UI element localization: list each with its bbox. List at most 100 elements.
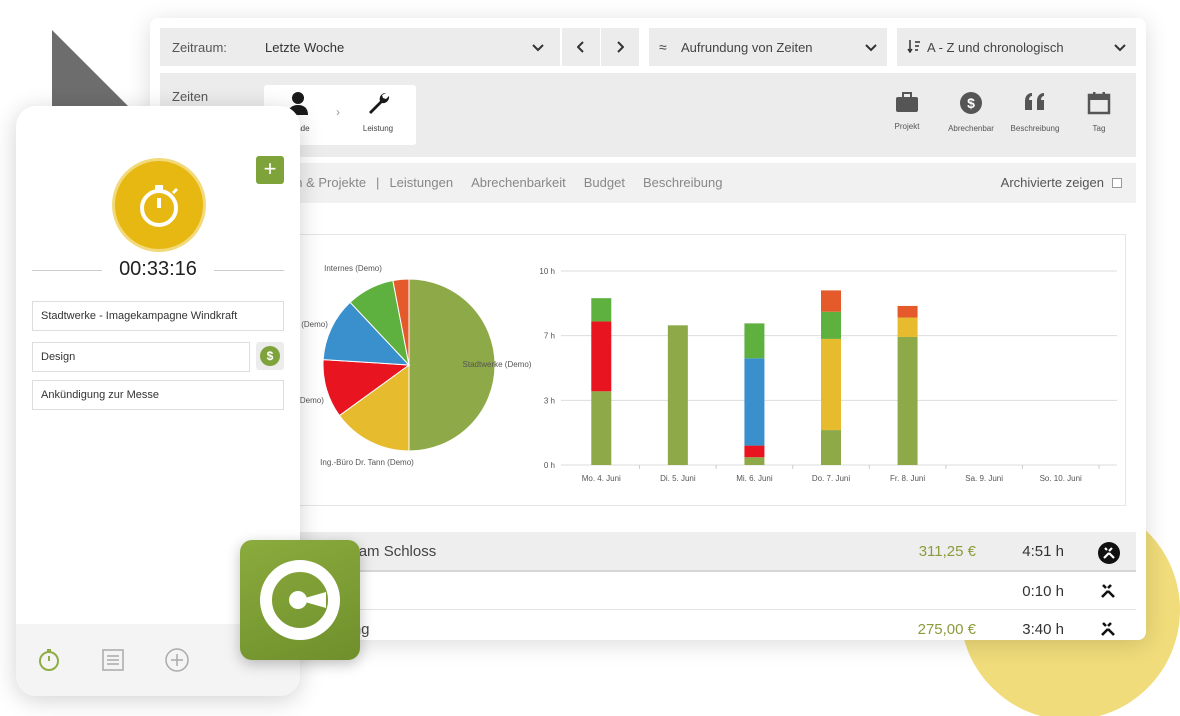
billable-toggle[interactable]: $: [256, 342, 284, 370]
archived-toggle[interactable]: Archivierte zeigen: [1001, 175, 1122, 190]
bar-segment: [591, 298, 612, 322]
quote-icon: [1025, 93, 1044, 110]
grouping-option-beschreibung[interactable]: Beschreibung: [1008, 91, 1062, 133]
bar-segment: [897, 317, 918, 337]
bar-segment: [821, 311, 841, 339]
pie-label: Stadtwerke (Demo): [463, 360, 532, 369]
svg-text:$: $: [967, 95, 975, 111]
y-tick-label: 3 h: [544, 396, 555, 405]
timer-logo-icon: [260, 560, 340, 640]
briefcase-icon: [896, 92, 918, 112]
dollar-icon: $: [260, 346, 280, 366]
calendar-icon: [1087, 92, 1111, 115]
stage: Zeitraum: Letzte Woche ≈ Aufrundung von …: [0, 0, 1180, 716]
bar-segment: [821, 290, 841, 312]
tab-list: en & Projekte | Leistungen Abrechenbarke…: [288, 175, 722, 190]
view-tabs: en & Projekte | Leistungen Abrechenbarke…: [160, 163, 1136, 203]
approx-icon: ≈: [659, 39, 667, 55]
grouping-panel: Zeiten Kunde › Leistung Projekt $: [160, 73, 1136, 157]
charts-svg: Internes (Demo)hinenbau (Demo)Stadtwerke…: [258, 264, 1117, 483]
grouping-option-abrechenbar[interactable]: $ Abrechenbar: [944, 91, 998, 133]
bar-segment: [744, 323, 765, 359]
row-hours: 4:51 h: [1022, 543, 1064, 560]
row-amount: 311,25 €: [918, 543, 976, 560]
x-tick-label: Mo. 4. Juni: [582, 474, 621, 483]
list-icon[interactable]: [101, 648, 125, 672]
grouping-option-projekt[interactable]: Projekt: [880, 91, 934, 133]
x-tick-label: Fr. 8. Juni: [890, 474, 925, 483]
add-button[interactable]: +: [256, 156, 284, 184]
bar-segment: [591, 321, 612, 392]
project-field[interactable]: Stadtwerke - Imagekampagne Windkraft: [32, 301, 284, 331]
pie-label: Ing.-Büro Dr. Tann (Demo): [320, 458, 414, 467]
grouping-option-label: Tag: [1092, 124, 1106, 133]
timer-value: 00:33:16: [119, 258, 197, 280]
chevron-down-icon: [1114, 39, 1126, 56]
pie-label: Internes (Demo): [324, 264, 382, 273]
x-tick-label: Do. 7. Juni: [812, 474, 850, 483]
description-field[interactable]: Ankündigung zur Messe: [32, 380, 284, 410]
x-tick-label: Mi. 6. Juni: [736, 474, 773, 483]
bar-segment: [897, 336, 918, 465]
chevron-down-icon: [865, 39, 877, 56]
row-hours: 3:40 h: [1022, 621, 1064, 638]
bar-segment: [821, 338, 841, 431]
chevron-right-icon: [617, 41, 624, 53]
tools-icon[interactable]: [1098, 620, 1118, 640]
stopwatch-button[interactable]: [112, 158, 206, 252]
bar-segment: [744, 445, 765, 458]
x-tick-label: So. 10. Juni: [1040, 474, 1082, 483]
y-tick-label: 10 h: [539, 267, 555, 276]
chevron-left-icon: [577, 41, 584, 53]
bar-segment: [744, 457, 765, 465]
grouping-option-label: Beschreibung: [1010, 124, 1060, 133]
grouping-item-label: Leistung: [362, 124, 394, 133]
grouping-item-leistung[interactable]: Leistung: [348, 91, 408, 133]
service-field[interactable]: Design: [32, 342, 250, 372]
tab-beschreibung[interactable]: Beschreibung: [643, 175, 723, 190]
dollar-icon: $: [960, 92, 982, 114]
bar-segment: [667, 325, 688, 465]
stopwatch-nav-icon[interactable]: [36, 647, 62, 673]
chevron-right-icon: ›: [336, 105, 340, 119]
add-circle-icon[interactable]: [164, 647, 190, 673]
bar-segment: [821, 430, 841, 465]
next-period-button[interactable]: [601, 28, 639, 66]
stopwatch-icon: [140, 185, 179, 227]
wrench-icon: [369, 92, 390, 114]
chevron-down-icon: [528, 39, 548, 56]
tab-leistungen[interactable]: Leistungen: [389, 175, 453, 190]
chart-panel: Internes (Demo)hinenbau (Demo)Stadtwerke…: [160, 234, 1126, 506]
sort-icon: [907, 39, 927, 56]
x-tick-label: Sa. 9. Juni: [965, 474, 1003, 483]
grouping-title: Zeiten: [172, 89, 209, 104]
tab-separator: |: [376, 175, 380, 190]
tab-abrechenbarkeit[interactable]: Abrechenbarkeit: [471, 175, 566, 190]
row-amount: 275,00 €: [917, 621, 976, 638]
archived-label: Archivierte zeigen: [1000, 175, 1104, 190]
archived-checkbox[interactable]: [1112, 177, 1122, 188]
row-hours: 0:10 h: [1022, 583, 1064, 600]
tools-icon[interactable]: [1098, 542, 1120, 568]
grouping-option-label: Abrechenbar: [948, 124, 994, 133]
y-tick-label: 0 h: [544, 461, 555, 470]
available-groupings: Projekt $ Abrechenbar Beschreibung Tag: [880, 91, 1126, 133]
toolbar: Zeitraum: Letzte Woche ≈ Aufrundung von …: [160, 28, 1136, 66]
rounding-label: Aufrundung von Zeiten: [681, 39, 813, 55]
sort-select[interactable]: A - Z und chronologisch: [897, 28, 1136, 66]
tab-budget[interactable]: Budget: [584, 175, 625, 190]
bar-segment: [591, 391, 612, 465]
sort-label: A - Z und chronologisch: [927, 39, 1064, 55]
bar-segment: [744, 358, 765, 446]
app-logo: [240, 540, 360, 660]
period-value: Letzte Woche: [265, 39, 345, 55]
tools-icon[interactable]: [1098, 582, 1118, 604]
rounding-select[interactable]: ≈ Aufrundung von Zeiten: [649, 28, 887, 66]
grouping-option-tag[interactable]: Tag: [1072, 91, 1126, 133]
previous-period-button[interactable]: [562, 28, 600, 66]
bar-segment: [897, 305, 918, 318]
period-select[interactable]: Zeitraum: Letzte Woche: [160, 28, 560, 66]
x-tick-label: Di. 5. Juni: [660, 474, 696, 483]
y-tick-label: 7 h: [544, 332, 555, 341]
grouping-option-label: Projekt: [894, 122, 920, 131]
